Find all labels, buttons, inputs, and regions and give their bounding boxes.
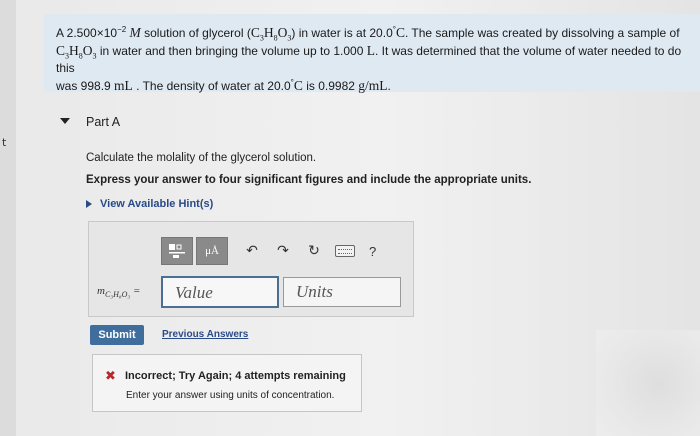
problem-line-1: A 2.500×10−2 M solution of glycerol (C3H… (56, 25, 680, 43)
view-hints-link[interactable]: View Available Hint(s) (86, 198, 213, 210)
value-input[interactable]: Value (161, 276, 279, 308)
answer-variable-label: mC₃H₈O₃ = (97, 285, 141, 300)
problem-line-2: C3H8O3 in water and then bringing the vo… (56, 43, 682, 75)
units-button-label: μÅ (205, 245, 219, 257)
incorrect-x-icon: ✖ (105, 369, 116, 384)
units-button[interactable]: μÅ (196, 237, 228, 265)
help-button[interactable]: ? (369, 244, 376, 259)
previous-answers-link[interactable]: Previous Answers (162, 329, 248, 340)
part-title: Part A (86, 115, 121, 129)
left-edge (0, 0, 16, 436)
edge-mark: t (2, 136, 7, 149)
question-instruction: Express your answer to four significant … (86, 174, 532, 186)
undo-icon[interactable]: ↶ (245, 243, 259, 259)
answer-box: μÅ ↶ ↷ ↻ ? mC₃H₈O₃ = Value Units (88, 221, 414, 317)
reset-icon[interactable]: ↻ (307, 243, 321, 259)
problem-statement: A 2.500×10−2 M solution of glycerol (C3H… (44, 14, 700, 93)
math-toolbar: μÅ ↶ ↷ ↻ ? (161, 236, 376, 266)
question-text: Calculate the molality of the glycerol s… (86, 152, 317, 164)
expand-caret-icon (86, 200, 92, 208)
background-corner (596, 330, 700, 436)
feedback-box: ✖ Incorrect; Try Again; 4 attempts remai… (92, 354, 362, 412)
problem-line-3: was 998.9 mL . The density of water at 2… (56, 78, 391, 93)
view-hints-label: View Available Hint(s) (100, 198, 214, 210)
collapse-caret-icon[interactable] (60, 118, 70, 124)
templates-button[interactable] (161, 237, 193, 265)
templates-icon (169, 244, 185, 258)
feedback-title: Incorrect; Try Again; 4 attempts remaini… (125, 370, 346, 382)
redo-icon[interactable]: ↷ (276, 243, 290, 259)
units-input[interactable]: Units (283, 277, 401, 307)
feedback-message: Enter your answer using units of concent… (126, 390, 335, 401)
keyboard-icon[interactable] (335, 245, 355, 257)
part-a-header[interactable]: Part A (44, 108, 700, 136)
submit-button[interactable]: Submit (90, 325, 144, 345)
